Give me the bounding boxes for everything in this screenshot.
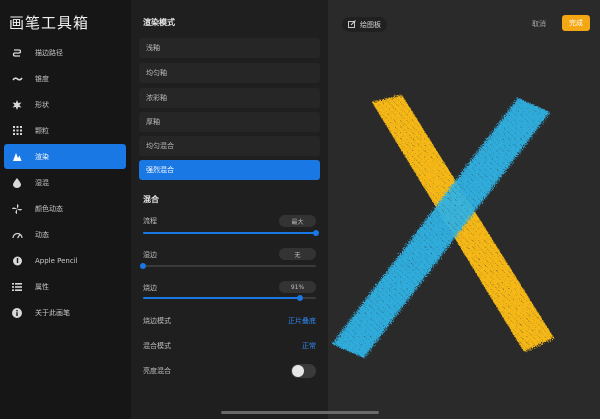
sidebar-item-label: 湿混	[35, 178, 49, 187]
render-option-label: 浅釉	[146, 44, 160, 52]
burnt-edges-value: 91%	[279, 281, 316, 293]
render-option-label: 浓彩釉	[146, 94, 167, 102]
toggle-knob	[292, 365, 304, 377]
stroke-path-icon	[11, 47, 23, 59]
sidebar-item-taper[interactable]: 锥度	[4, 66, 126, 91]
render-mode-title: 渲染模式	[143, 18, 175, 27]
render-option-uniform-glaze[interactable]: 均匀釉	[139, 63, 320, 83]
sidebar-item-stroke-path[interactable]: 描边路径	[4, 40, 126, 65]
render-option-label: 均匀混合	[146, 142, 174, 150]
sidebar-item-wet-mix[interactable]: 湿混	[4, 170, 126, 195]
sidebar-item-render[interactable]: 渲染	[4, 144, 126, 169]
sidebar-item-color-dynamics[interactable]: 颜色动态	[4, 196, 126, 221]
burnt-edges-label: 烧边	[143, 284, 157, 292]
burnt-edge-mode-label: 烧边模式	[143, 317, 171, 325]
burnt-edges-slider-fill	[143, 297, 301, 299]
burnt-edges-slider-knob[interactable]	[297, 295, 304, 301]
drawing-pad-area: 绘图板 取消 完成	[328, 0, 600, 419]
render-option-label: 均匀釉	[146, 69, 167, 77]
blend-mode-label: 混合模式	[143, 342, 171, 350]
taper-icon	[11, 73, 23, 85]
sidebar-item-label: 属性	[35, 282, 49, 291]
sidebar-item-shape[interactable]: 形状	[4, 92, 126, 117]
wet-edges-value: 无	[279, 248, 316, 260]
sidebar-item-label: 锥度	[35, 74, 49, 83]
cancel-button[interactable]: 取消	[532, 19, 546, 29]
sidebar-item-label: 渲染	[35, 152, 49, 161]
wet-mix-icon	[11, 177, 23, 189]
sidebar-item-label: 形状	[35, 100, 49, 109]
info-icon	[11, 307, 23, 319]
sidebar-item-label: Apple Pencil	[35, 256, 78, 265]
blend-mode-select[interactable]: 正常	[302, 341, 316, 351]
flow-value: 最大	[279, 215, 316, 227]
burnt-edges-slider[interactable]	[143, 295, 316, 301]
sidebar-item-dynamics[interactable]: 动态	[4, 222, 126, 247]
sidebar-item-label: 动态	[35, 230, 49, 239]
sidebar-item-label: 描边路径	[35, 48, 63, 57]
sidebar: 画笔工具箱 描边路径 锥度 形状 颗粒 渲染 湿混 颜色动态 动态 Apple …	[0, 0, 130, 419]
wet-edges-slider[interactable]	[140, 263, 316, 269]
sidebar-item-properties[interactable]: 属性	[4, 274, 126, 299]
flow-slider[interactable]	[143, 230, 319, 236]
sidebar-item-label: 颗粒	[35, 126, 49, 135]
grain-icon	[11, 125, 23, 137]
flow-slider-knob[interactable]	[313, 230, 319, 236]
render-option-heavy-glaze[interactable]: 厚釉	[139, 112, 320, 132]
home-indicator	[221, 411, 379, 414]
render-option-intense-blending[interactable]: 强烈混合	[139, 160, 320, 180]
render-option-uniform-blending[interactable]: 均匀混合	[139, 136, 320, 156]
burnt-edge-mode-select[interactable]: 正片叠底	[288, 316, 316, 326]
apple-pencil-icon	[11, 255, 23, 267]
wet-edges-slider-knob[interactable]	[140, 263, 146, 269]
render-settings-panel: 渲染模式 浅釉 均匀釉 浓彩釉 厚釉 均匀混合 强烈混合 混合 流程 最大 湿边…	[131, 0, 328, 419]
sidebar-item-label: 关于此画笔	[35, 308, 70, 317]
render-option-light-glaze[interactable]: 浅釉	[139, 38, 320, 58]
render-option-label: 厚釉	[146, 118, 160, 126]
shape-icon	[11, 99, 23, 111]
drawing-pad-button[interactable]: 绘图板	[342, 17, 387, 32]
render-option-label: 强烈混合	[146, 166, 174, 174]
wet-edges-label: 湿边	[143, 251, 157, 259]
drawing-pad-label: 绘图板	[360, 20, 381, 29]
properties-icon	[11, 281, 23, 293]
luminance-blending-toggle[interactable]	[291, 364, 316, 378]
luminance-blending-label: 亮度混合	[143, 367, 171, 375]
sidebar-item-label: 颜色动态	[35, 204, 63, 213]
dynamics-icon	[11, 229, 23, 241]
render-option-intense-glaze[interactable]: 浓彩釉	[139, 88, 320, 108]
edit-icon	[348, 19, 356, 30]
color-dynamics-icon	[11, 203, 23, 215]
done-button[interactable]: 完成	[562, 15, 590, 31]
app-title: 画笔工具箱	[9, 14, 90, 32]
brush-stroke-preview[interactable]	[328, 90, 600, 370]
sidebar-item-apple-pencil[interactable]: Apple Pencil	[4, 248, 126, 273]
sidebar-item-about-brush[interactable]: 关于此画笔	[4, 300, 126, 325]
flow-label: 流程	[143, 217, 157, 225]
flow-slider-fill	[143, 232, 316, 234]
sidebar-item-grain[interactable]: 颗粒	[4, 118, 126, 143]
render-icon	[11, 151, 23, 163]
blending-title: 混合	[143, 195, 159, 204]
